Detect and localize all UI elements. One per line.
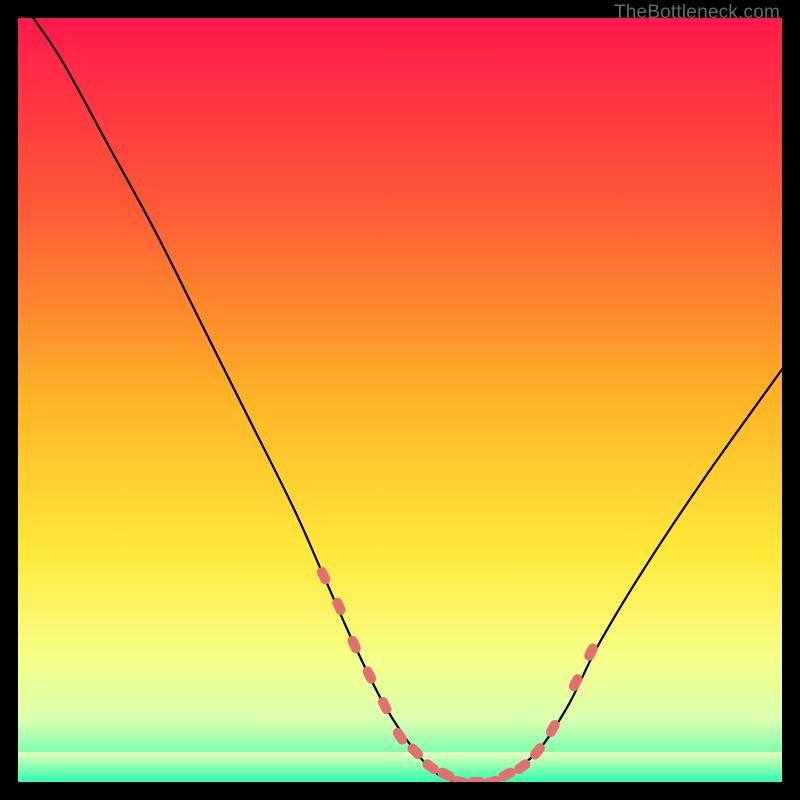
gradient-background — [18, 18, 782, 782]
chart-plot-area — [18, 18, 782, 782]
optimal-zone-band — [18, 752, 782, 782]
chart-svg — [18, 18, 782, 782]
marker-dot — [467, 777, 485, 782]
